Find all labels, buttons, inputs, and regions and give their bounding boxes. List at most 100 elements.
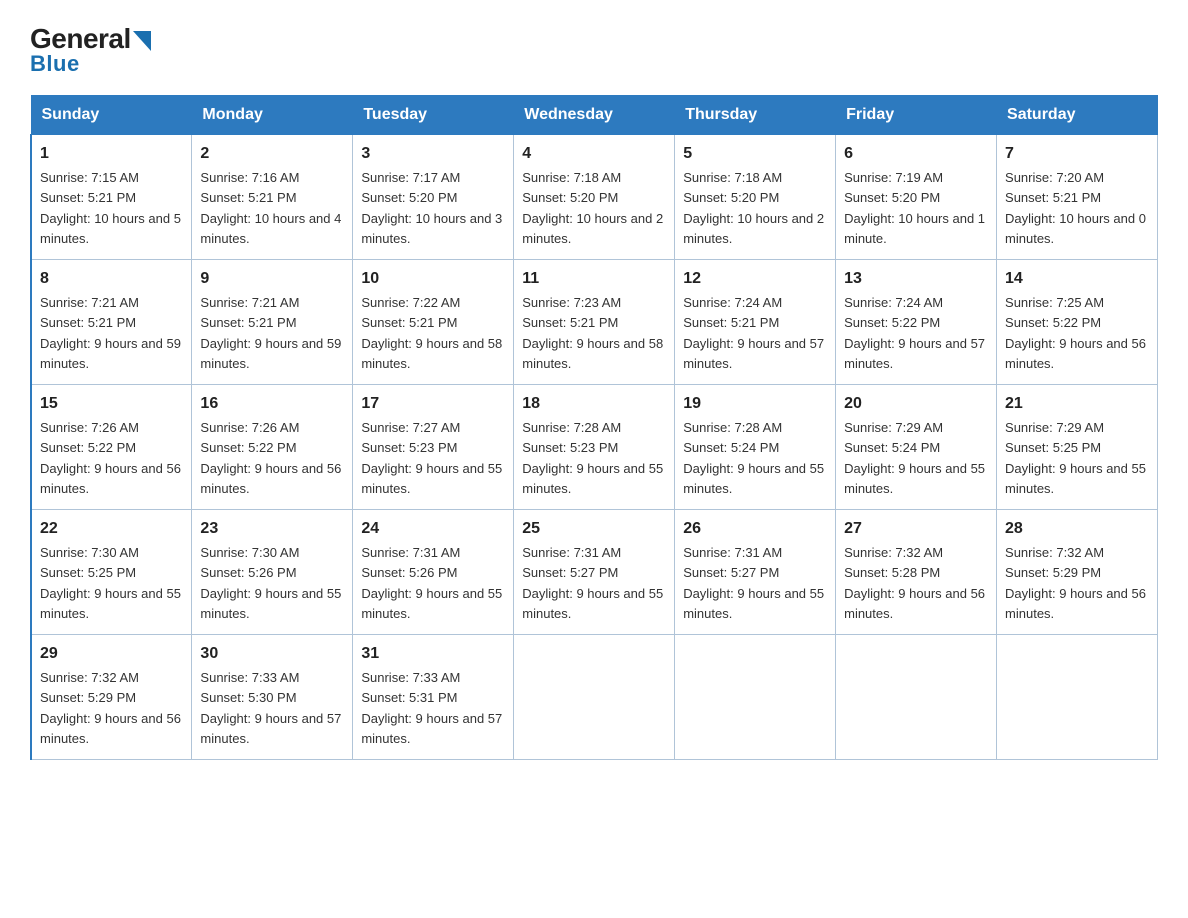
day-info: Sunrise: 7:29 AMSunset: 5:24 PMDaylight:…	[844, 420, 985, 496]
calendar-cell: 29 Sunrise: 7:32 AMSunset: 5:29 PMDaylig…	[31, 635, 192, 760]
calendar-week-row: 22 Sunrise: 7:30 AMSunset: 5:25 PMDaylig…	[31, 510, 1158, 635]
day-info: Sunrise: 7:17 AMSunset: 5:20 PMDaylight:…	[361, 170, 502, 246]
calendar-cell	[836, 635, 997, 760]
calendar-cell: 18 Sunrise: 7:28 AMSunset: 5:23 PMDaylig…	[514, 385, 675, 510]
calendar-cell: 26 Sunrise: 7:31 AMSunset: 5:27 PMDaylig…	[675, 510, 836, 635]
day-number: 26	[683, 517, 827, 541]
day-info: Sunrise: 7:27 AMSunset: 5:23 PMDaylight:…	[361, 420, 502, 496]
calendar-cell: 27 Sunrise: 7:32 AMSunset: 5:28 PMDaylig…	[836, 510, 997, 635]
header-friday: Friday	[836, 96, 997, 135]
calendar-cell: 7 Sunrise: 7:20 AMSunset: 5:21 PMDayligh…	[997, 135, 1158, 260]
day-number: 9	[200, 267, 344, 291]
page-header: General Blue	[30, 20, 1158, 77]
logo-blue: Blue	[30, 51, 80, 77]
day-number: 29	[40, 642, 183, 666]
day-info: Sunrise: 7:33 AMSunset: 5:30 PMDaylight:…	[200, 670, 341, 746]
calendar-cell: 9 Sunrise: 7:21 AMSunset: 5:21 PMDayligh…	[192, 260, 353, 385]
day-number: 3	[361, 142, 505, 166]
calendar-cell: 4 Sunrise: 7:18 AMSunset: 5:20 PMDayligh…	[514, 135, 675, 260]
day-info: Sunrise: 7:31 AMSunset: 5:27 PMDaylight:…	[683, 545, 824, 621]
day-info: Sunrise: 7:18 AMSunset: 5:20 PMDaylight:…	[522, 170, 663, 246]
day-number: 15	[40, 392, 183, 416]
day-number: 8	[40, 267, 183, 291]
calendar-cell: 15 Sunrise: 7:26 AMSunset: 5:22 PMDaylig…	[31, 385, 192, 510]
day-number: 22	[40, 517, 183, 541]
calendar-cell: 6 Sunrise: 7:19 AMSunset: 5:20 PMDayligh…	[836, 135, 997, 260]
calendar-cell: 8 Sunrise: 7:21 AMSunset: 5:21 PMDayligh…	[31, 260, 192, 385]
day-info: Sunrise: 7:28 AMSunset: 5:24 PMDaylight:…	[683, 420, 824, 496]
calendar-header-row: SundayMondayTuesdayWednesdayThursdayFrid…	[31, 96, 1158, 135]
header-tuesday: Tuesday	[353, 96, 514, 135]
calendar-cell: 3 Sunrise: 7:17 AMSunset: 5:20 PMDayligh…	[353, 135, 514, 260]
day-number: 28	[1005, 517, 1149, 541]
calendar-cell: 17 Sunrise: 7:27 AMSunset: 5:23 PMDaylig…	[353, 385, 514, 510]
calendar-cell	[514, 635, 675, 760]
calendar-cell: 23 Sunrise: 7:30 AMSunset: 5:26 PMDaylig…	[192, 510, 353, 635]
day-info: Sunrise: 7:25 AMSunset: 5:22 PMDaylight:…	[1005, 295, 1146, 371]
day-number: 24	[361, 517, 505, 541]
calendar-cell: 22 Sunrise: 7:30 AMSunset: 5:25 PMDaylig…	[31, 510, 192, 635]
calendar-cell: 12 Sunrise: 7:24 AMSunset: 5:21 PMDaylig…	[675, 260, 836, 385]
day-info: Sunrise: 7:24 AMSunset: 5:22 PMDaylight:…	[844, 295, 985, 371]
calendar-cell: 28 Sunrise: 7:32 AMSunset: 5:29 PMDaylig…	[997, 510, 1158, 635]
day-info: Sunrise: 7:32 AMSunset: 5:29 PMDaylight:…	[40, 670, 181, 746]
day-info: Sunrise: 7:31 AMSunset: 5:27 PMDaylight:…	[522, 545, 663, 621]
day-number: 18	[522, 392, 666, 416]
day-info: Sunrise: 7:31 AMSunset: 5:26 PMDaylight:…	[361, 545, 502, 621]
day-number: 30	[200, 642, 344, 666]
header-sunday: Sunday	[31, 96, 192, 135]
logo: General Blue	[30, 20, 151, 77]
logo-general: General	[30, 25, 151, 53]
calendar-cell: 14 Sunrise: 7:25 AMSunset: 5:22 PMDaylig…	[997, 260, 1158, 385]
day-info: Sunrise: 7:22 AMSunset: 5:21 PMDaylight:…	[361, 295, 502, 371]
calendar-cell	[997, 635, 1158, 760]
calendar-cell: 21 Sunrise: 7:29 AMSunset: 5:25 PMDaylig…	[997, 385, 1158, 510]
calendar-cell: 31 Sunrise: 7:33 AMSunset: 5:31 PMDaylig…	[353, 635, 514, 760]
day-number: 16	[200, 392, 344, 416]
calendar-cell: 11 Sunrise: 7:23 AMSunset: 5:21 PMDaylig…	[514, 260, 675, 385]
day-number: 14	[1005, 267, 1149, 291]
calendar-week-row: 29 Sunrise: 7:32 AMSunset: 5:29 PMDaylig…	[31, 635, 1158, 760]
day-number: 13	[844, 267, 988, 291]
day-number: 5	[683, 142, 827, 166]
calendar-table: SundayMondayTuesdayWednesdayThursdayFrid…	[30, 95, 1158, 760]
day-number: 21	[1005, 392, 1149, 416]
calendar-cell: 1 Sunrise: 7:15 AMSunset: 5:21 PMDayligh…	[31, 135, 192, 260]
day-number: 25	[522, 517, 666, 541]
day-info: Sunrise: 7:28 AMSunset: 5:23 PMDaylight:…	[522, 420, 663, 496]
calendar-cell: 20 Sunrise: 7:29 AMSunset: 5:24 PMDaylig…	[836, 385, 997, 510]
calendar-cell: 10 Sunrise: 7:22 AMSunset: 5:21 PMDaylig…	[353, 260, 514, 385]
calendar-cell: 30 Sunrise: 7:33 AMSunset: 5:30 PMDaylig…	[192, 635, 353, 760]
day-number: 2	[200, 142, 344, 166]
calendar-week-row: 1 Sunrise: 7:15 AMSunset: 5:21 PMDayligh…	[31, 135, 1158, 260]
day-number: 10	[361, 267, 505, 291]
day-info: Sunrise: 7:26 AMSunset: 5:22 PMDaylight:…	[40, 420, 181, 496]
header-thursday: Thursday	[675, 96, 836, 135]
day-number: 31	[361, 642, 505, 666]
day-info: Sunrise: 7:21 AMSunset: 5:21 PMDaylight:…	[200, 295, 341, 371]
day-info: Sunrise: 7:21 AMSunset: 5:21 PMDaylight:…	[40, 295, 181, 371]
day-number: 20	[844, 392, 988, 416]
calendar-cell: 13 Sunrise: 7:24 AMSunset: 5:22 PMDaylig…	[836, 260, 997, 385]
calendar-week-row: 15 Sunrise: 7:26 AMSunset: 5:22 PMDaylig…	[31, 385, 1158, 510]
day-info: Sunrise: 7:20 AMSunset: 5:21 PMDaylight:…	[1005, 170, 1146, 246]
day-info: Sunrise: 7:30 AMSunset: 5:25 PMDaylight:…	[40, 545, 181, 621]
day-info: Sunrise: 7:29 AMSunset: 5:25 PMDaylight:…	[1005, 420, 1146, 496]
day-number: 11	[522, 267, 666, 291]
day-info: Sunrise: 7:24 AMSunset: 5:21 PMDaylight:…	[683, 295, 824, 371]
day-info: Sunrise: 7:26 AMSunset: 5:22 PMDaylight:…	[200, 420, 341, 496]
day-info: Sunrise: 7:19 AMSunset: 5:20 PMDaylight:…	[844, 170, 985, 246]
day-info: Sunrise: 7:32 AMSunset: 5:29 PMDaylight:…	[1005, 545, 1146, 621]
header-saturday: Saturday	[997, 96, 1158, 135]
calendar-cell: 25 Sunrise: 7:31 AMSunset: 5:27 PMDaylig…	[514, 510, 675, 635]
day-info: Sunrise: 7:15 AMSunset: 5:21 PMDaylight:…	[40, 170, 181, 246]
day-info: Sunrise: 7:18 AMSunset: 5:20 PMDaylight:…	[683, 170, 824, 246]
day-info: Sunrise: 7:16 AMSunset: 5:21 PMDaylight:…	[200, 170, 341, 246]
calendar-cell: 5 Sunrise: 7:18 AMSunset: 5:20 PMDayligh…	[675, 135, 836, 260]
header-wednesday: Wednesday	[514, 96, 675, 135]
day-number: 23	[200, 517, 344, 541]
header-monday: Monday	[192, 96, 353, 135]
calendar-cell: 2 Sunrise: 7:16 AMSunset: 5:21 PMDayligh…	[192, 135, 353, 260]
day-info: Sunrise: 7:33 AMSunset: 5:31 PMDaylight:…	[361, 670, 502, 746]
day-number: 17	[361, 392, 505, 416]
